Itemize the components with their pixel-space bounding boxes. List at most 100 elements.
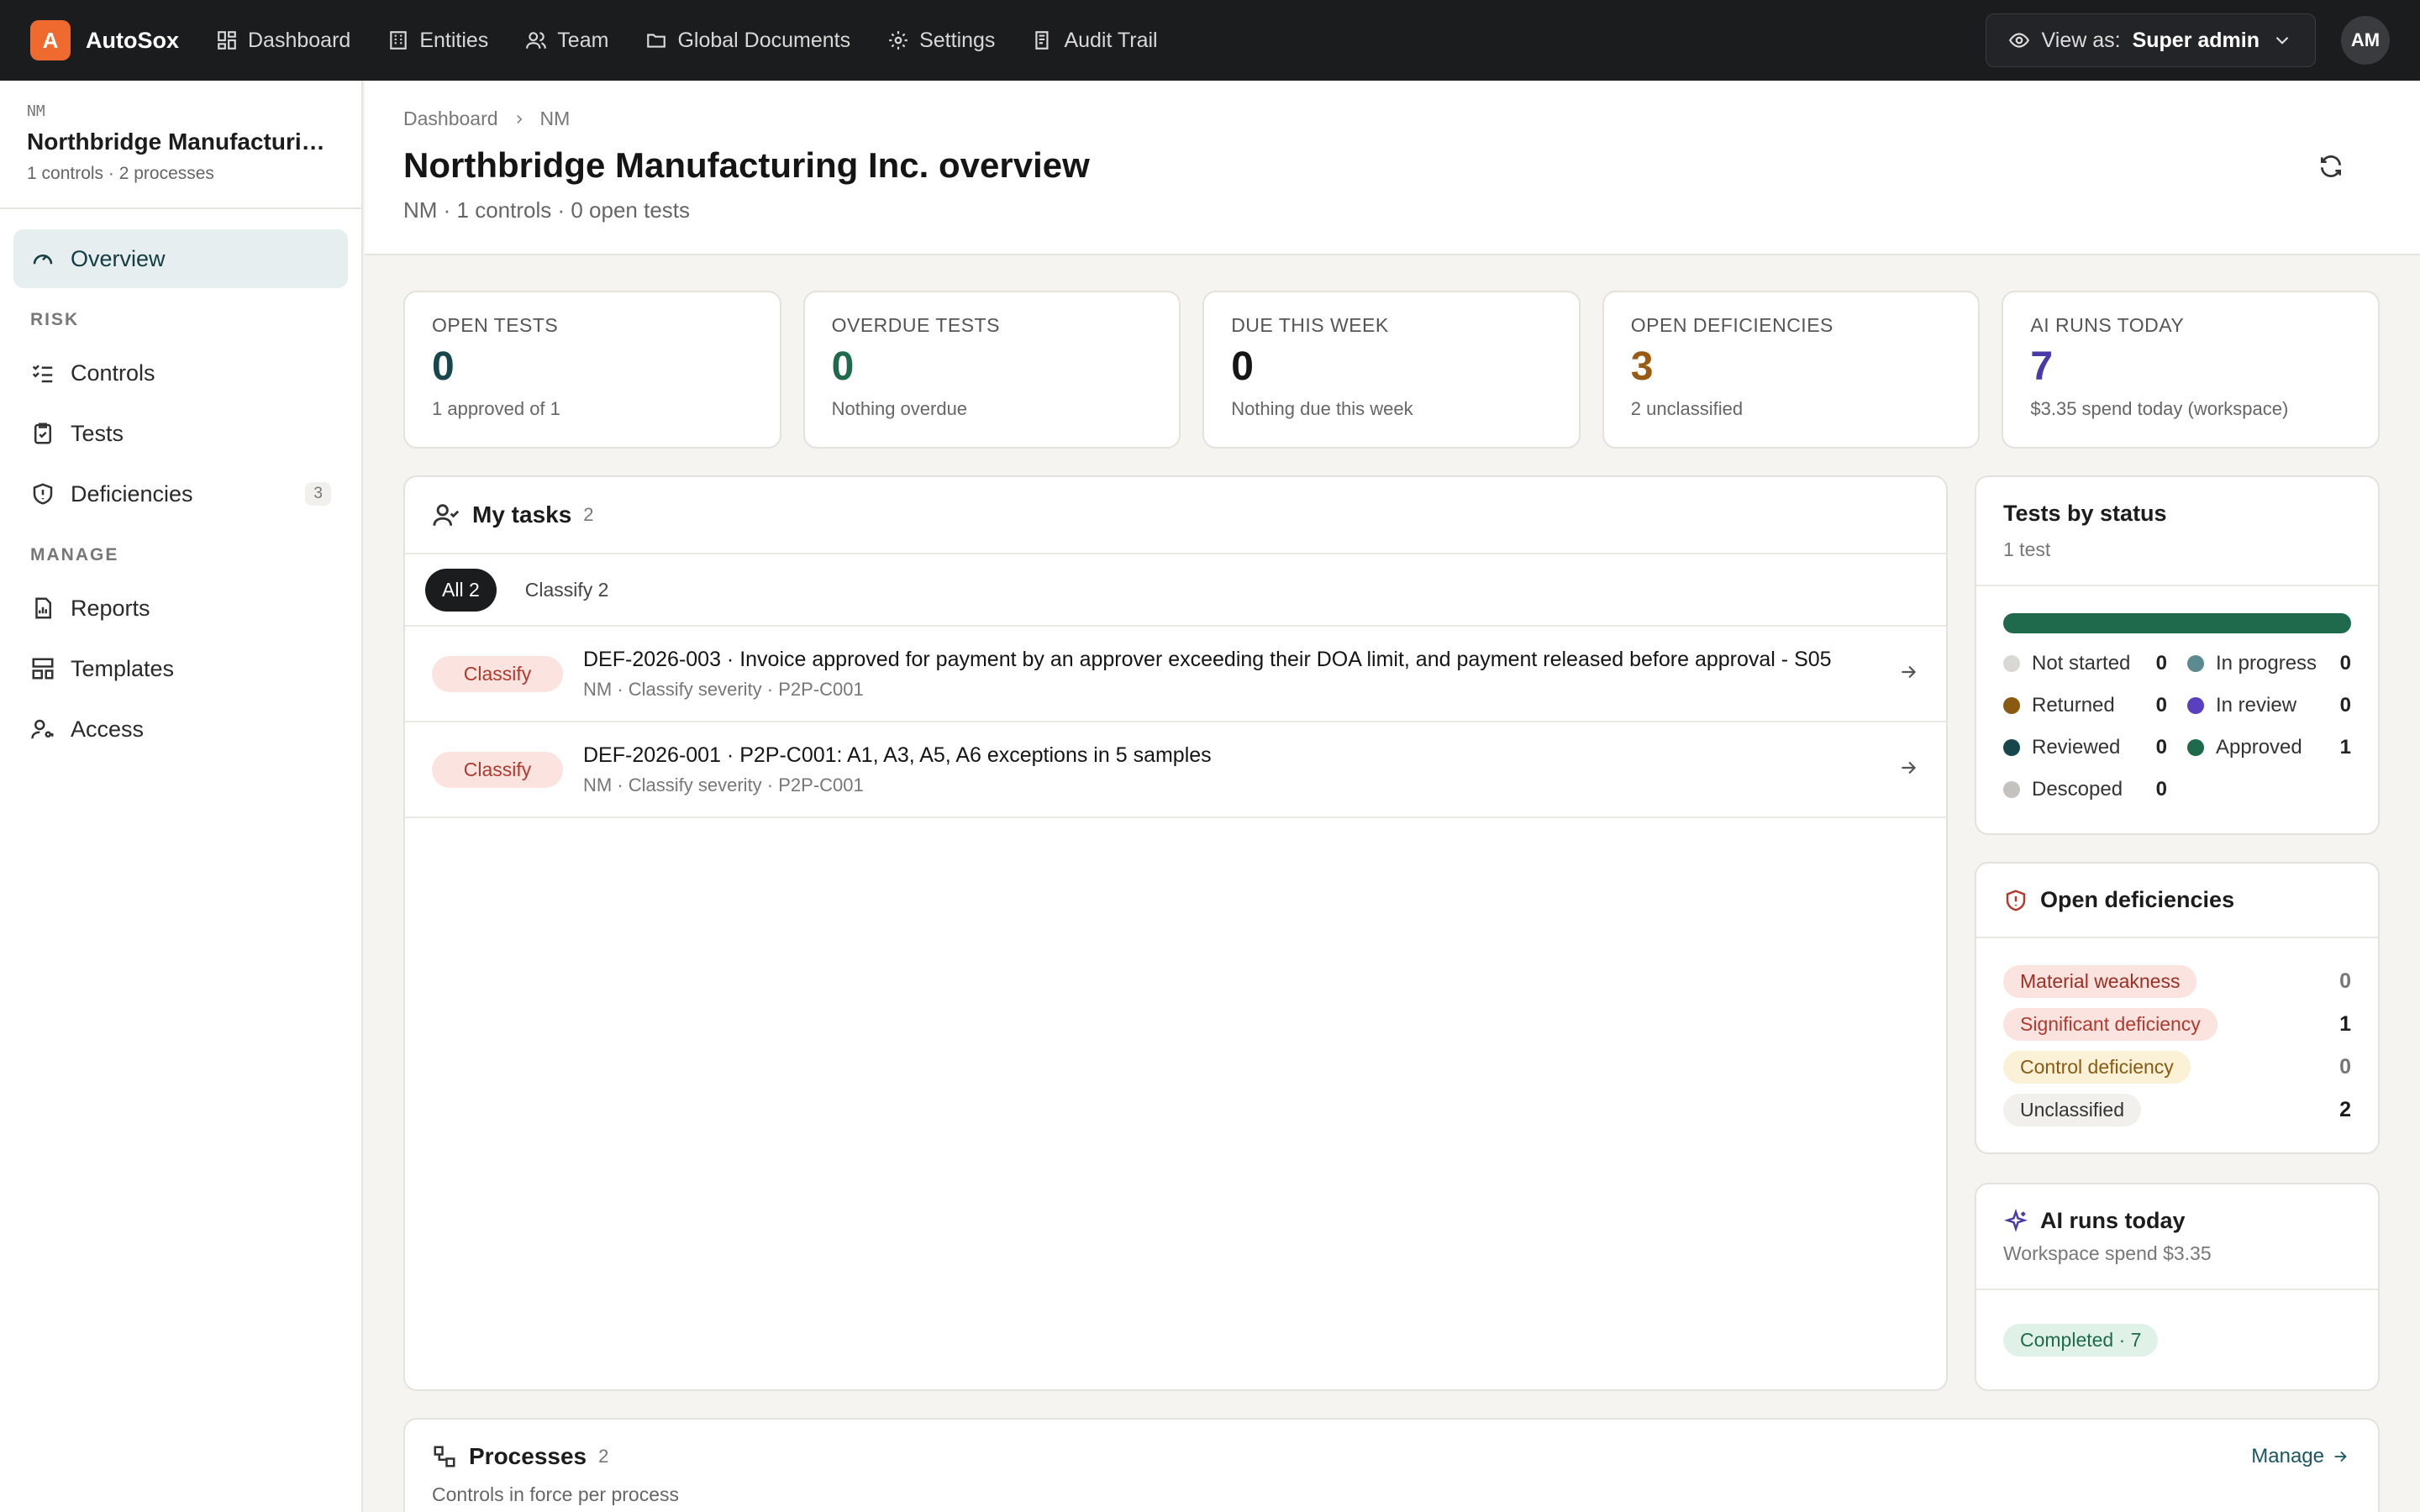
breadcrumb-dashboard[interactable]: Dashboard <box>403 108 498 130</box>
gear-icon <box>889 31 908 50</box>
chevron-down-icon <box>2275 36 2289 45</box>
top-navigation-bar: A AutoSox Dashboard Entities Team Global… <box>0 0 2420 81</box>
sidebar-item-label: Templates <box>71 655 175 681</box>
ai-runs-header: AI runs today Workspace spend $3.35 <box>1976 1184 2378 1290</box>
arrow-right-icon <box>2334 1451 2347 1462</box>
processes-count: 2 <box>598 1446 609 1467</box>
status-dot <box>2187 655 2204 672</box>
nav-global-documents-label: Global Documents <box>677 28 851 52</box>
kpi-note: Nothing due this week <box>1231 398 1413 419</box>
status-not-started[interactable]: Not started 0 <box>2003 652 2167 675</box>
status-dot <box>2003 781 2020 798</box>
kpi-overdue-tests[interactable]: OVERDUE TESTS 0 Nothing overdue <box>802 291 1181 449</box>
deficiencies-count-badge: 3 <box>305 482 331 506</box>
nav-dashboard[interactable]: Dashboard <box>216 29 350 53</box>
task-tag: Classify <box>432 751 563 788</box>
task-row[interactable]: Classify DEF-2026-003 · Invoice approved… <box>405 627 1946 722</box>
breadcrumb-current: NM <box>539 108 571 129</box>
sparkles-icon <box>2004 1208 2028 1232</box>
layout-template-icon <box>32 658 54 680</box>
page-subtitle: NM · 1 controls · 0 open tests <box>403 197 691 223</box>
deficiency-row-control[interactable]: Control deficiency 0 <box>2003 1046 2351 1089</box>
deficiency-label: Material weakness <box>2003 965 2197 998</box>
users-icon <box>526 32 547 49</box>
app-logo[interactable]: A <box>30 20 71 60</box>
sidebar-item-access[interactable]: Access <box>13 700 348 759</box>
arrow-right-icon <box>1897 757 1919 783</box>
sidebar-item-deficiencies[interactable]: Deficiencies 3 <box>13 465 348 523</box>
deficiency-row-significant[interactable]: Significant deficiency 1 <box>2003 1003 2351 1046</box>
sidebar-item-label: Access <box>71 716 145 742</box>
kpi-value: 0 <box>432 344 455 389</box>
kpi-note: 2 unclassified <box>1630 398 1744 419</box>
building-icon <box>390 31 408 50</box>
sidebar-section-risk: RISK <box>30 310 80 329</box>
open-deficiencies-title: Open deficiencies <box>2040 887 2235 912</box>
open-deficiencies-header: Open deficiencies <box>1976 864 2378 938</box>
nav-global-documents[interactable]: Global Documents <box>645 29 850 53</box>
user-check-icon <box>433 504 460 526</box>
sidebar-item-overview[interactable]: Overview <box>13 229 348 288</box>
sidebar-section-manage: MANAGE <box>30 545 119 564</box>
status-descoped[interactable]: Descoped 0 <box>2003 778 2167 801</box>
filter-classify[interactable]: Classify 2 <box>508 569 626 612</box>
kpi-open-tests[interactable]: OPEN TESTS 0 1 approved of 1 <box>403 291 781 449</box>
status-returned[interactable]: Returned 0 <box>2003 694 2167 717</box>
user-key-icon <box>31 719 54 739</box>
tests-by-status-card: Tests by status 1 test Not started 0 In p… <box>1975 475 2380 835</box>
sidebar-item-templates[interactable]: Templates <box>13 639 348 698</box>
refresh-button[interactable] <box>2317 153 2348 183</box>
deficiency-row-material-weakness[interactable]: Material weakness 0 <box>2003 960 2351 1003</box>
task-text: DEF-2026-003 · Invoice approved for paym… <box>583 648 1897 701</box>
kpi-due-this-week[interactable]: DUE THIS WEEK 0 Nothing due this week <box>1202 291 1581 449</box>
task-meta: NM · Classify severity · P2P-C001 <box>583 678 864 700</box>
status-count: 0 <box>2339 652 2351 675</box>
shield-alert-icon <box>33 483 53 505</box>
sidebar-item-tests[interactable]: Tests <box>13 404 348 463</box>
kpi-value: 3 <box>1630 344 1654 389</box>
status-dot <box>2003 697 2020 714</box>
nav-settings-label: Settings <box>919 28 996 52</box>
task-meta: NM · Classify severity · P2P-C001 <box>583 774 864 795</box>
status-in-review[interactable]: In review 0 <box>2187 694 2351 717</box>
status-reviewed[interactable]: Reviewed 0 <box>2003 736 2167 759</box>
nav-audit-trail[interactable]: Audit Trail <box>1032 29 1158 53</box>
manage-processes-link[interactable]: Manage <box>2251 1445 2349 1468</box>
kpi-cards: OPEN TESTS 0 1 approved of 1 OVERDUE TES… <box>403 291 2380 449</box>
status-dot <box>2003 655 2020 672</box>
entity-title: Northbridge Manufacturing Inc. <box>27 129 338 155</box>
kpi-ai-runs-today[interactable]: AI RUNS TODAY 7 $3.35 spend today (works… <box>2002 291 2380 449</box>
kpi-note: $3.35 spend today (workspace) <box>2030 398 2289 419</box>
status-name: In review <box>2216 694 2297 717</box>
user-avatar[interactable]: AM <box>2341 16 2390 65</box>
task-row[interactable]: Classify DEF-2026-001 · P2P-C001: A1, A3… <box>405 722 1946 818</box>
nav-settings[interactable]: Settings <box>887 29 995 53</box>
status-name: Returned <box>2032 694 2115 717</box>
ai-runs-title: AI runs today <box>2040 1208 2186 1233</box>
view-as-label: View as: <box>2041 28 2121 52</box>
ai-runs-card: AI runs today Workspace spend $3.35 Comp… <box>1975 1183 2380 1391</box>
nav-team[interactable]: Team <box>525 29 608 53</box>
completed-badge: Completed · 7 <box>2003 1324 2159 1357</box>
status-in-progress[interactable]: In progress 0 <box>2187 652 2351 675</box>
deficiency-label: Control deficiency <box>2003 1051 2191 1084</box>
filter-all[interactable]: All 2 <box>425 568 497 612</box>
kpi-label: OVERDUE TESTS <box>831 314 1000 336</box>
dashboard-icon <box>218 31 236 50</box>
status-legend: Not started 0 In progress 0 Returned 0 In r… <box>1976 633 2378 828</box>
nav-entities[interactable]: Entities <box>387 29 488 53</box>
task-title: DEF-2026-003 · Invoice approved for paym… <box>583 647 1832 671</box>
view-as-selector[interactable]: View as: Super admin <box>1985 13 2316 67</box>
sidebar-item-controls[interactable]: Controls <box>13 344 348 402</box>
view-as-value: Super admin <box>2132 28 2260 52</box>
kpi-value: 7 <box>2030 344 2054 389</box>
deficiency-row-unclassified[interactable]: Unclassified 2 <box>2003 1089 2351 1131</box>
task-title: DEF-2026-001 · P2P-C001: A1, A3, A5, A6 … <box>583 743 1212 767</box>
kpi-value: 0 <box>1231 344 1254 389</box>
kpi-open-deficiencies[interactable]: OPEN DEFICIENCIES 3 2 unclassified <box>1602 291 1981 449</box>
status-approved[interactable]: Approved 1 <box>2187 736 2351 759</box>
sidebar-item-reports[interactable]: Reports <box>13 579 348 638</box>
sidebar-item-label: Reports <box>71 595 150 621</box>
app-name[interactable]: AutoSox <box>86 28 179 54</box>
sidebar-item-label: Deficiencies <box>71 480 193 507</box>
